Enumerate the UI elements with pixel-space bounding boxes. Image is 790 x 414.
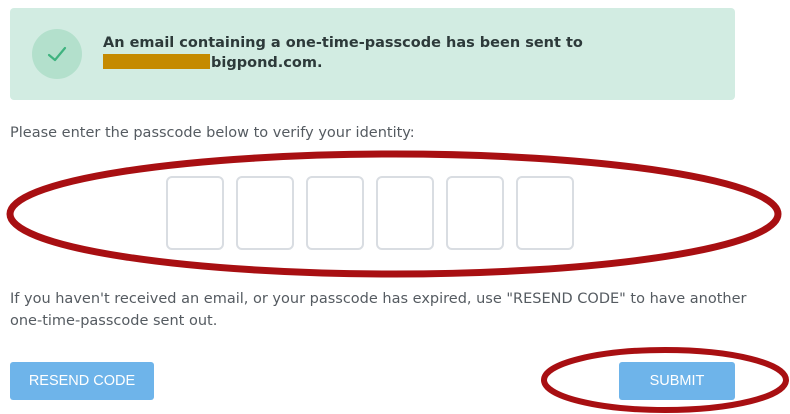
passcode-input-group bbox=[166, 176, 574, 250]
passcode-digit-3[interactable] bbox=[306, 176, 364, 250]
resend-code-button[interactable]: RESEND CODE bbox=[10, 362, 154, 400]
passcode-digit-5[interactable] bbox=[446, 176, 504, 250]
alert-message: An email containing a one-time-passcode … bbox=[103, 33, 703, 73]
passcode-digit-1[interactable] bbox=[166, 176, 224, 250]
passcode-digit-6[interactable] bbox=[516, 176, 574, 250]
email-domain: bigpond.com. bbox=[211, 55, 323, 71]
passcode-verification-page: An email containing a one-time-passcode … bbox=[0, 0, 790, 414]
redacted-email-block bbox=[103, 54, 210, 69]
checkmark-circle bbox=[32, 29, 82, 79]
passcode-digit-2[interactable] bbox=[236, 176, 294, 250]
resend-help-text: If you haven't received an email, or you… bbox=[10, 291, 747, 329]
email-sent-alert: An email containing a one-time-passcode … bbox=[10, 8, 735, 100]
alert-line-1: An email containing a one-time-passcode … bbox=[103, 35, 583, 51]
checkmark-icon bbox=[47, 46, 67, 62]
alert-line-2: bigpond.com. bbox=[103, 53, 703, 73]
submit-button[interactable]: SUBMIT bbox=[619, 362, 735, 400]
passcode-instruction: Please enter the passcode below to verif… bbox=[10, 125, 415, 141]
passcode-digit-4[interactable] bbox=[376, 176, 434, 250]
